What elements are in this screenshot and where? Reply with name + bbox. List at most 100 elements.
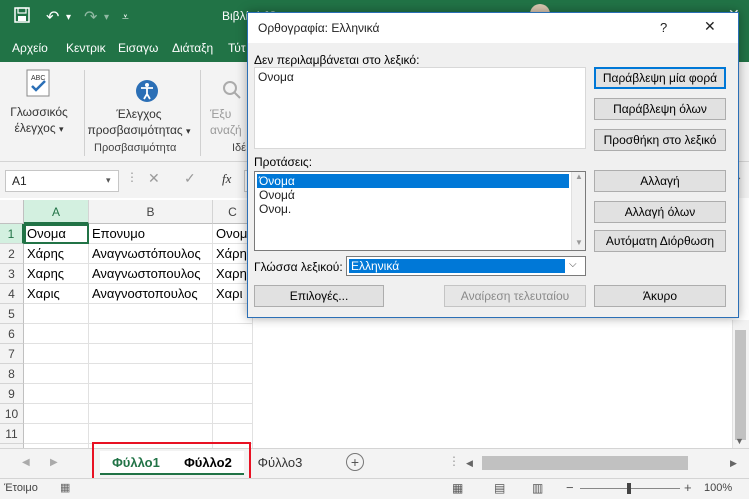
macro-record-icon[interactable]: ▦ — [60, 481, 70, 494]
close-dialog-icon[interactable]: ✕ — [704, 18, 716, 35]
table-cell[interactable] — [89, 424, 213, 444]
zoom-level[interactable]: 100% — [704, 482, 732, 494]
undo-icon[interactable]: ↶ — [46, 7, 59, 27]
scroll-left-icon[interactable]: ◀ — [466, 458, 473, 469]
table-cell[interactable] — [89, 384, 213, 404]
scroll-down-icon[interactable]: ▼ — [735, 436, 744, 446]
table-cell[interactable]: Χαρης — [24, 264, 89, 284]
accessibility-button[interactable]: Έλεγχος προσβασιμότητας ▾ — [84, 106, 194, 139]
table-cell[interactable]: Αναγνοστοπουλος — [89, 284, 213, 304]
table-cell[interactable] — [24, 404, 89, 424]
table-cell[interactable] — [213, 384, 253, 404]
suggestions-list[interactable]: Όνομα Ονομά Ονομ. ▲ ▼ — [254, 171, 586, 251]
vertical-scroll-thumb[interactable] — [735, 330, 746, 440]
table-cell[interactable] — [89, 404, 213, 424]
row-header[interactable]: 8 — [0, 364, 24, 384]
scroll-down-icon[interactable]: ▼ — [575, 238, 583, 247]
suggestion-item-selected[interactable]: Όνομα — [257, 174, 569, 188]
zoom-slider-handle[interactable] — [627, 483, 631, 494]
customize-toolbar-icon[interactable]: ⩡ — [122, 10, 129, 25]
scroll-right-icon[interactable]: ▶ — [730, 458, 737, 469]
table-cell[interactable] — [24, 324, 89, 344]
autocorrect-button[interactable]: Αυτόματη Διόρθωση — [594, 230, 726, 252]
row-header[interactable]: 1 — [0, 224, 24, 244]
suggestion-item[interactable]: Ονομ. — [257, 202, 569, 216]
smart-lookup-icon[interactable] — [222, 80, 242, 103]
active-cell[interactable]: Ονομα — [24, 224, 89, 244]
sheet-tab-3[interactable]: Φύλλο3 — [250, 451, 310, 475]
normal-view-icon[interactable]: ▦ — [452, 481, 463, 495]
name-box[interactable]: A1 — [5, 170, 119, 192]
row-header[interactable]: 2 — [0, 244, 24, 264]
smart-lookup-button[interactable]: Έξυ αναζή — [210, 106, 250, 138]
select-all-corner[interactable] — [0, 200, 24, 224]
table-cell[interactable] — [89, 344, 213, 364]
confirm-entry-icon[interactable]: ✓ — [184, 170, 196, 187]
tab-home[interactable]: Κεντρικ — [66, 41, 106, 55]
table-cell[interactable] — [89, 324, 213, 344]
sheet-tab-1[interactable]: Φύλλο1 — [100, 451, 172, 475]
page-layout-view-icon[interactable]: ▤ — [494, 481, 505, 495]
scroll-tabs-left-icon[interactable]: ◀ — [22, 457, 30, 468]
table-cell[interactable] — [213, 344, 253, 364]
row-header[interactable]: 6 — [0, 324, 24, 344]
name-box-dropdown-icon[interactable]: ▾ — [106, 175, 111, 186]
save-icon[interactable] — [14, 7, 30, 28]
sheet-tab-2[interactable]: Φύλλο2 — [172, 451, 244, 475]
cancel-button[interactable]: Άκυρο — [594, 285, 726, 307]
table-cell[interactable] — [24, 344, 89, 364]
options-button[interactable]: Επιλογές... — [254, 285, 384, 307]
row-header[interactable]: 5 — [0, 304, 24, 324]
chevron-down-icon[interactable]: ⌵ — [569, 259, 577, 270]
table-cell[interactable]: Επονυμο — [89, 224, 213, 244]
table-cell[interactable]: Αναγνωστόπουλος — [89, 244, 213, 264]
tab-insert[interactable]: Εισαγω — [118, 41, 158, 55]
fx-icon[interactable]: fx — [222, 171, 231, 187]
page-break-view-icon[interactable]: ▥ — [532, 481, 543, 495]
table-cell[interactable] — [24, 384, 89, 404]
add-to-dictionary-button[interactable]: Προσθήκη στο λεξικό — [594, 129, 726, 151]
undo-dropdown-icon[interactable]: ▾ — [66, 12, 71, 23]
table-cell[interactable]: Αναγνωστοπουλος — [89, 264, 213, 284]
accessibility-icon[interactable] — [134, 78, 160, 107]
suggestions-scrollbar[interactable]: ▲ ▼ — [571, 172, 585, 250]
not-in-dictionary-field[interactable]: Ονομα — [254, 67, 586, 149]
ignore-once-button[interactable]: Παράβλεψη μία φορά — [594, 67, 726, 89]
table-cell[interactable] — [89, 364, 213, 384]
undo-last-button[interactable]: Αναίρεση τελευταίου — [444, 285, 586, 307]
row-header[interactable]: 4 — [0, 284, 24, 304]
column-header[interactable]: B — [89, 200, 213, 224]
row-header[interactable]: 11 — [0, 424, 24, 444]
cancel-entry-icon[interactable]: ✕ — [148, 170, 160, 187]
row-header[interactable]: 7 — [0, 344, 24, 364]
table-cell[interactable]: Χαρις — [24, 284, 89, 304]
spelling-icon[interactable]: ABC — [24, 68, 54, 101]
tab-splitter-icon[interactable]: ⋮ — [448, 454, 460, 468]
table-cell[interactable] — [213, 324, 253, 344]
table-cell[interactable] — [213, 404, 253, 424]
table-cell[interactable]: Χάρης — [24, 244, 89, 264]
tab-review[interactable]: Τύτ — [228, 41, 246, 55]
table-cell[interactable] — [24, 304, 89, 324]
change-button[interactable]: Αλλαγή — [594, 170, 726, 192]
table-cell[interactable] — [24, 424, 89, 444]
scroll-up-icon[interactable]: ▲ — [575, 172, 583, 181]
tab-file[interactable]: Αρχείο — [12, 41, 48, 55]
table-cell[interactable] — [24, 364, 89, 384]
table-cell[interactable] — [213, 424, 253, 444]
row-header[interactable]: 3 — [0, 264, 24, 284]
zoom-in-icon[interactable]: + — [684, 480, 692, 495]
redo-dropdown-icon[interactable]: ▾ — [104, 12, 109, 23]
row-header[interactable]: 9 — [0, 384, 24, 404]
zoom-out-icon[interactable]: − — [566, 480, 574, 495]
ignore-all-button[interactable]: Παράβλεψη όλων — [594, 98, 726, 120]
table-cell[interactable] — [213, 364, 253, 384]
change-all-button[interactable]: Αλλαγή όλων — [594, 201, 726, 223]
row-header[interactable]: 10 — [0, 404, 24, 424]
horizontal-scroll-thumb[interactable] — [482, 456, 688, 470]
redo-icon[interactable]: ↷ — [84, 7, 97, 27]
column-header[interactable]: A — [24, 200, 89, 224]
suggestion-item[interactable]: Ονομά — [257, 188, 569, 202]
table-cell[interactable] — [89, 304, 213, 324]
add-sheet-icon[interactable]: + — [346, 453, 364, 471]
